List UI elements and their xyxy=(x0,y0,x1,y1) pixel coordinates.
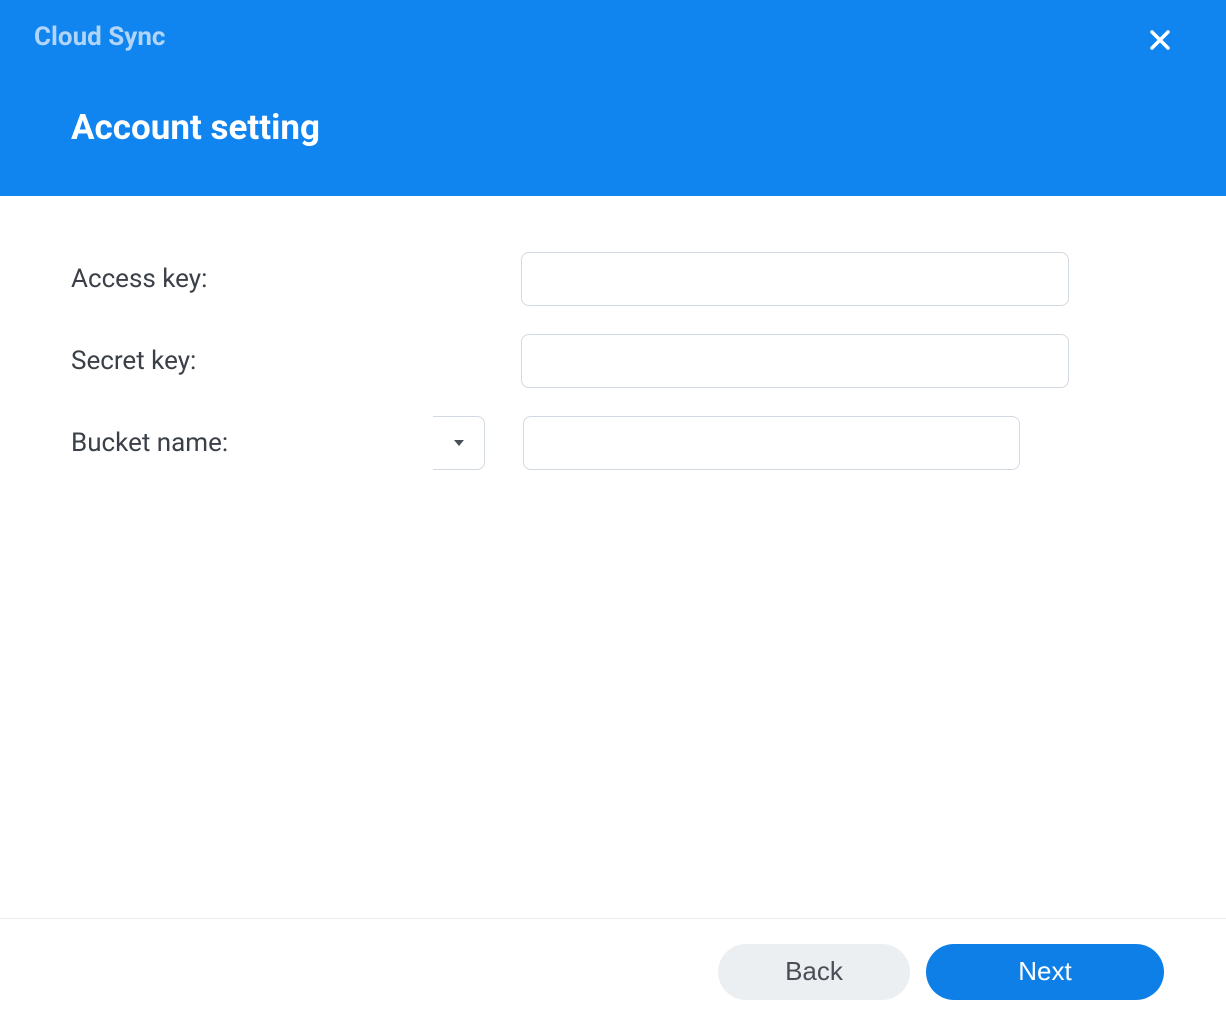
app-title: Cloud Sync xyxy=(34,22,165,52)
next-button[interactable]: Next xyxy=(926,944,1164,1000)
access-key-input[interactable] xyxy=(521,252,1069,306)
bucket-name-input[interactable] xyxy=(523,416,1020,470)
page-title: Account setting xyxy=(71,107,320,148)
bucket-dropdown[interactable] xyxy=(433,416,485,470)
bucket-name-row: Bucket name: xyxy=(71,416,1155,470)
bucket-name-label: Bucket name: xyxy=(71,428,433,458)
close-icon xyxy=(1148,28,1172,52)
access-key-label: Access key: xyxy=(71,264,433,294)
close-button[interactable] xyxy=(1146,26,1174,54)
footer: Back Next xyxy=(0,918,1226,1024)
secret-key-input[interactable] xyxy=(521,334,1069,388)
chevron-down-icon xyxy=(452,436,466,450)
form-content: Access key: Secret key: Bucket name: xyxy=(0,196,1226,470)
back-button[interactable]: Back xyxy=(718,944,910,1000)
secret-key-label: Secret key: xyxy=(71,346,433,376)
header: Cloud Sync Account setting xyxy=(0,0,1226,196)
secret-key-row: Secret key: xyxy=(71,334,1155,388)
access-key-row: Access key: xyxy=(71,252,1155,306)
bucket-controls xyxy=(433,416,1020,470)
